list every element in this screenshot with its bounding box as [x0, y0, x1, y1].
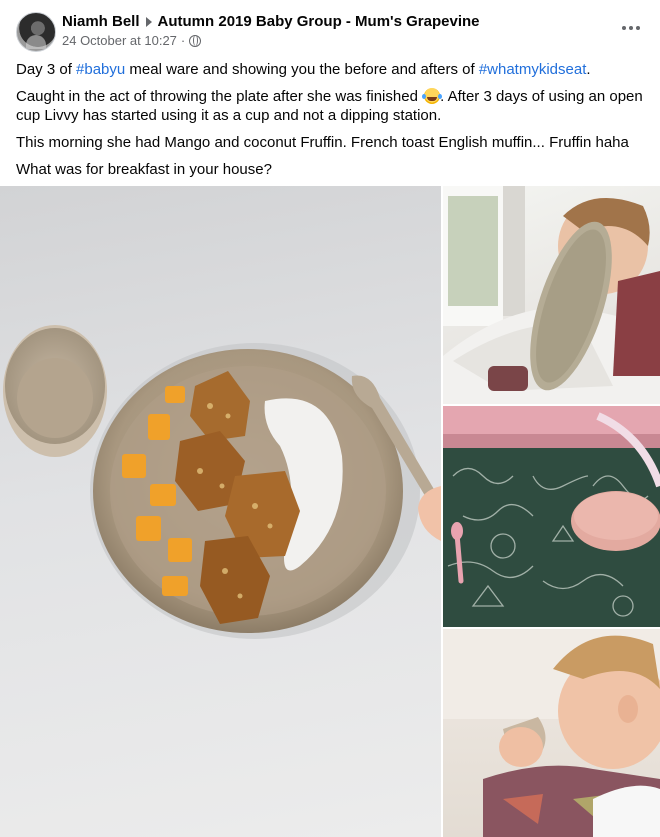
- tears-of-joy-emoji-icon: [422, 88, 441, 104]
- meta-separator: ·: [180, 33, 186, 48]
- caret-right-icon: [145, 16, 152, 27]
- photo-grid: [0, 186, 660, 837]
- post-title-line: Niamh Bell Autumn 2019 Baby Group - Mum'…: [62, 13, 480, 30]
- post-header: Niamh Bell Autumn 2019 Baby Group - Mum'…: [0, 0, 660, 56]
- post-paragraph-1: Day 3 of #babyu meal ware and showing yo…: [16, 61, 591, 78]
- post-meta: 24 October at 10:27 ·: [62, 33, 202, 48]
- post-timestamp[interactable]: 24 October at 10:27: [62, 33, 177, 48]
- feed-post: Niamh Bell Autumn 2019 Baby Group - Mum'…: [0, 0, 660, 837]
- author-name[interactable]: Niamh Bell: [62, 13, 140, 30]
- post-paragraph-4: What was for breakfast in your house?: [16, 161, 272, 178]
- globe-icon[interactable]: [189, 34, 202, 47]
- plate-illustration: [3, 325, 441, 639]
- author-avatar[interactable]: [16, 12, 56, 52]
- hashtag-whatmykidseat[interactable]: #whatmykidseat: [479, 61, 587, 78]
- more-options-icon[interactable]: [616, 16, 646, 40]
- photo-drinking-cup[interactable]: [443, 629, 660, 837]
- photo-empty-plate[interactable]: [443, 406, 660, 627]
- photo-plate-before[interactable]: [0, 186, 441, 837]
- throwing-illustration: [443, 186, 660, 404]
- post-body: Day 3 of #babyu meal ware and showing yo…: [16, 60, 646, 187]
- drinking-illustration: [443, 629, 660, 837]
- empty-plate-illustration: [443, 406, 660, 617]
- photo-throwing-plate[interactable]: [443, 186, 660, 404]
- post-paragraph-3: This morning she had Mango and coconut F…: [16, 134, 629, 151]
- group-name[interactable]: Autumn 2019 Baby Group - Mum's Grapevine: [158, 13, 480, 30]
- post-paragraph-2: Caught in the act of throwing the plate …: [16, 88, 643, 124]
- hashtag-babyu[interactable]: #babyu: [76, 61, 125, 78]
